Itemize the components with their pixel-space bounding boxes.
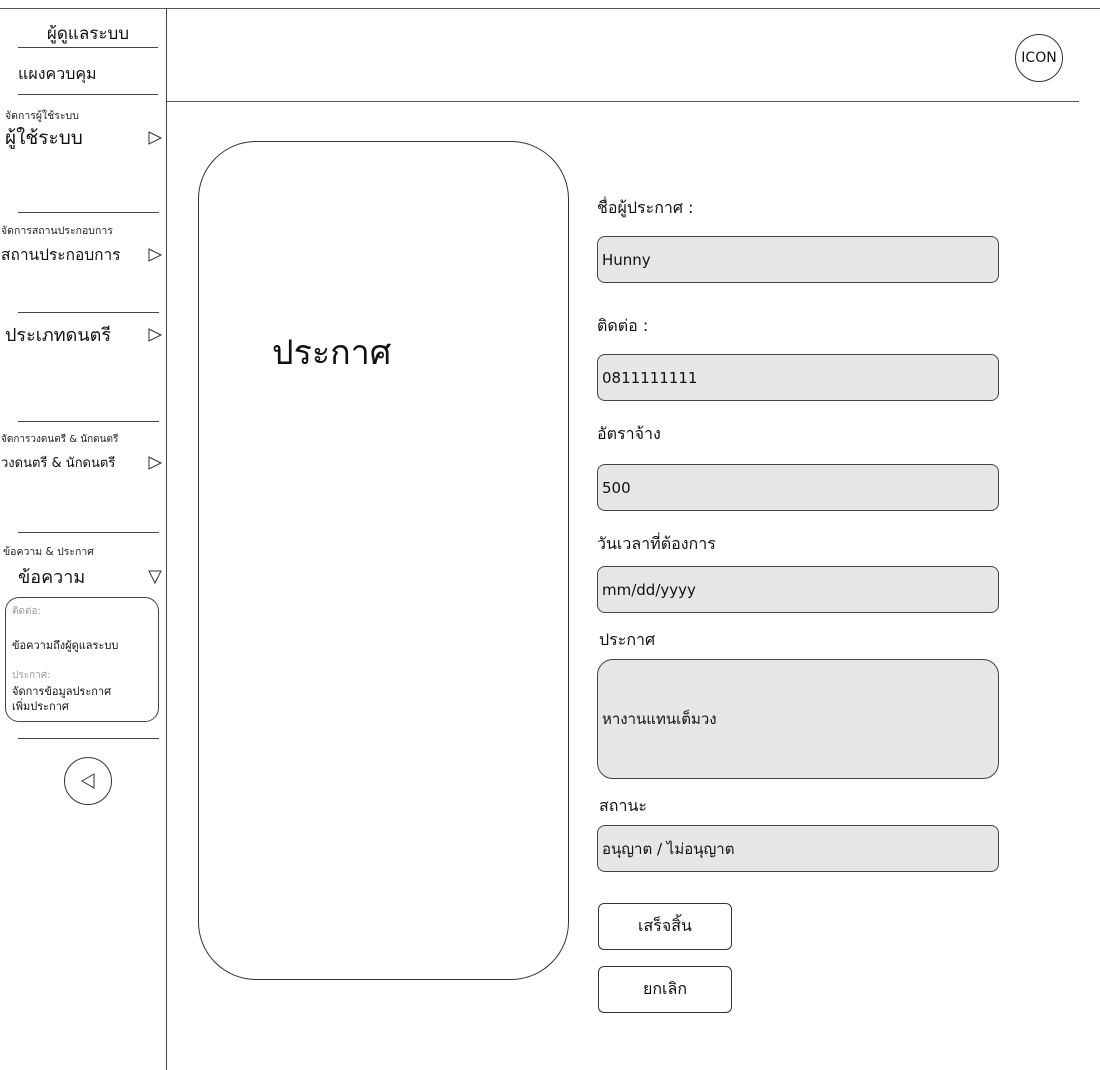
header-divider xyxy=(167,101,1079,102)
sidebar-rule xyxy=(18,532,159,533)
chevron-down-icon xyxy=(148,570,162,584)
sidebar-item-label: วงดนตรี & นักดนตรี xyxy=(1,456,116,471)
sidebar-item-label: ประเภทดนตรี xyxy=(5,325,111,346)
sidebar-item-label: ข้อความ xyxy=(18,567,86,588)
finish-button[interactable]: เสร็จสิ้น xyxy=(598,903,732,950)
sidebar-rule xyxy=(18,738,159,739)
sidebar-rule xyxy=(18,312,159,313)
section-caption-venues: จัดการสถานประกอบการ xyxy=(1,225,113,237)
sidebar-rule xyxy=(18,421,159,422)
sidebar-item-bands[interactable]: วงดนตรี & นักดนตรี xyxy=(1,452,163,473)
announcement-poster: ประกาศ xyxy=(198,141,569,980)
section-caption-bands: จัดการวงดนตรี & นักดนตรี xyxy=(1,434,119,445)
chevron-right-icon xyxy=(148,247,163,262)
sidebar-item-users[interactable]: ผู้ใช้ระบบ xyxy=(5,123,163,153)
submenu-link-message-admin[interactable]: ข้อความถึงผู้ดูแลระบบ xyxy=(12,636,118,654)
sidebar-item-music-genres[interactable]: ประเภทดนตรี xyxy=(5,320,163,349)
submenu-caption-announcement: ประกาศ: xyxy=(12,670,51,681)
cancel-button[interactable]: ยกเลิก xyxy=(598,966,732,1013)
poster-title: ประกาศ xyxy=(272,333,392,373)
contact-field[interactable]: 0811111111 xyxy=(597,354,999,401)
sidebar-rule xyxy=(18,47,158,48)
contact-label: ติดต่อ : xyxy=(597,316,649,335)
sidebar-item-label: ผู้ใช้ระบบ xyxy=(5,127,83,149)
poster-name-field[interactable]: Hunny xyxy=(597,236,999,283)
status-label: สถานะ xyxy=(599,796,647,815)
datetime-field[interactable]: mm/dd/yyyy xyxy=(597,566,999,613)
rate-field[interactable]: 500 xyxy=(597,464,999,511)
announcement-label: ประกาศ xyxy=(599,630,656,649)
profile-icon-button[interactable]: ICON xyxy=(1015,34,1063,82)
poster-name-label: ชื่อผู้ประกาศ : xyxy=(597,198,694,217)
sidebar-rule xyxy=(18,212,159,213)
sidebar-title: ผู้ดูแลระบบ xyxy=(46,24,130,44)
announcement-textarea[interactable]: หางานแทนเต็มวง xyxy=(597,659,999,779)
section-caption-users: จัดการผู้ใช้ระบบ xyxy=(5,110,79,122)
datetime-label: วันเวลาที่ต้องการ xyxy=(597,534,716,553)
messages-submenu: ติดต่อ: ข้อความถึงผู้ดูแลระบบ ประกาศ: จั… xyxy=(5,597,159,722)
chevron-right-icon xyxy=(148,327,163,342)
chevron-right-icon xyxy=(148,455,163,470)
sidebar-rule xyxy=(18,94,158,95)
back-button[interactable] xyxy=(64,757,112,805)
sidebar-divider xyxy=(166,8,167,1070)
submenu-caption-contact: ติดต่อ: xyxy=(12,606,41,617)
chevron-left-icon xyxy=(81,773,95,789)
chevron-right-icon xyxy=(148,131,163,145)
sidebar-item-venues[interactable]: สถานประกอบการ xyxy=(1,242,163,267)
sidebar-item-label: สถานประกอบการ xyxy=(1,246,121,264)
submenu-link-add-announcement[interactable]: เพิ่มประกาศ xyxy=(12,697,69,715)
sidebar-item-dashboard[interactable]: แผงควบคุม xyxy=(18,62,97,87)
section-caption-messages: ข้อความ & ประกาศ xyxy=(3,546,94,558)
status-field[interactable]: อนุญาต / ไม่อนุญาต xyxy=(597,825,999,872)
top-border xyxy=(0,8,1100,9)
icon-label: ICON xyxy=(1021,50,1057,66)
rate-label: อัตราจ้าง xyxy=(597,424,661,443)
sidebar-item-messages[interactable]: ข้อความ xyxy=(18,562,163,591)
